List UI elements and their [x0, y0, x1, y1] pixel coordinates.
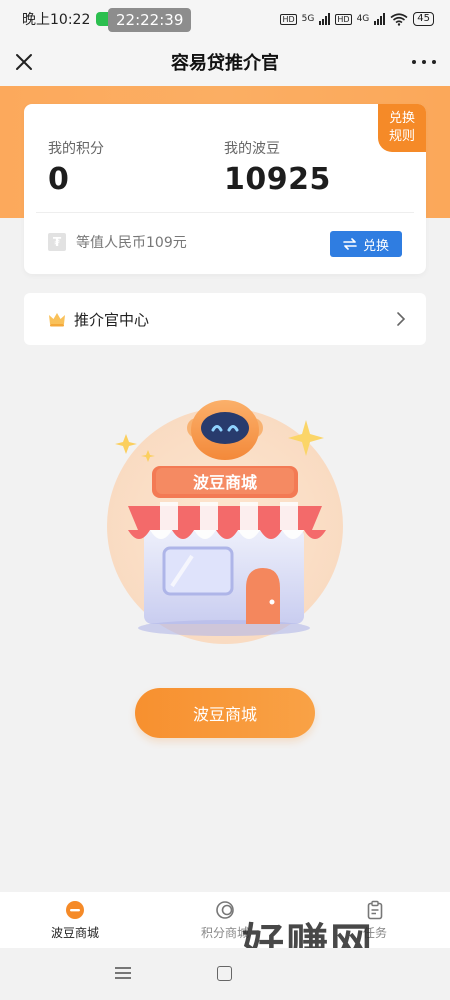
rmb-equivalent: ₮ 等值人民币109元: [48, 232, 187, 252]
signal-icon: [319, 13, 331, 25]
tab-points-mall[interactable]: 积分商城: [150, 892, 300, 948]
signal-icon-2: [374, 13, 386, 25]
beans-stat: 我的波豆 10925: [224, 138, 331, 197]
status-bar: 晚上10:22 HD 5G HD 4G 45: [0, 0, 450, 38]
battery-indicator: 45: [413, 12, 434, 26]
tab-tasks[interactable]: 任务: [300, 892, 450, 948]
page-title: 容易贷推介官: [171, 53, 279, 74]
points-stat: 我的积分 0: [48, 138, 104, 197]
referrer-center-row[interactable]: 推介官中心: [24, 293, 426, 345]
close-icon[interactable]: [12, 50, 36, 74]
tab-label-bean-mall: 波豆商城: [50, 925, 99, 940]
exchange-button[interactable]: 兑换: [330, 231, 402, 257]
exchange-label: 兑换: [362, 238, 389, 254]
bottom-tab-bar: 波豆商城 积分商城 任务: [0, 892, 450, 948]
home-icon[interactable]: [217, 966, 232, 981]
swap-icon: [343, 238, 357, 250]
hd-badge-2: HD: [335, 13, 352, 25]
beans-label: 我的波豆: [224, 141, 280, 157]
points-mall-icon: [216, 900, 234, 919]
clipboard-icon: [367, 900, 383, 919]
status-time: 晚上10:22: [22, 12, 91, 28]
tab-bean-mall[interactable]: 波豆商城: [0, 892, 150, 948]
hd-badge: HD: [280, 13, 297, 25]
card-divider: [36, 212, 414, 213]
crown-icon: [49, 313, 65, 327]
store-illustration: 波豆商城: [107, 400, 343, 644]
status-indicators: HD 5G HD 4G 45: [280, 12, 434, 26]
time-overlay: 22:22:39: [108, 8, 192, 32]
rmb-text: 等值人民币109元: [76, 235, 187, 251]
more-icon[interactable]: [412, 52, 436, 72]
referrer-label: 推介官中心: [74, 310, 150, 329]
store-sign-text: 波豆商城: [193, 473, 257, 492]
currency-icon: ₮: [48, 233, 66, 251]
nav-bar: 容易贷推介官: [0, 38, 450, 86]
system-nav-bar: [0, 948, 450, 1000]
chevron-right-icon: [397, 312, 406, 326]
network-4g-label: 4G: [356, 14, 370, 24]
rule-tag-line2: 规则: [388, 129, 415, 144]
rule-tag-line1: 兑换: [388, 111, 415, 126]
bean-mall-button[interactable]: 波豆商城: [135, 688, 315, 738]
exchange-rules-button[interactable]: 兑换 规则: [378, 104, 426, 152]
beans-value: 10925: [224, 162, 331, 197]
points-card: 兑换 规则 我的积分 0 我的波豆 10925 ₮ 等值人民币109元 兑换: [24, 104, 426, 274]
tab-label-tasks: 任务: [362, 925, 387, 940]
bean-mall-icon: [66, 900, 84, 919]
wifi-icon: [390, 12, 408, 26]
points-value: 0: [48, 162, 70, 197]
tab-label-points-mall: 积分商城: [200, 925, 249, 940]
menu-icon[interactable]: [114, 966, 132, 980]
points-label: 我的积分: [48, 141, 104, 157]
network-5g-label: 5G: [301, 14, 315, 24]
